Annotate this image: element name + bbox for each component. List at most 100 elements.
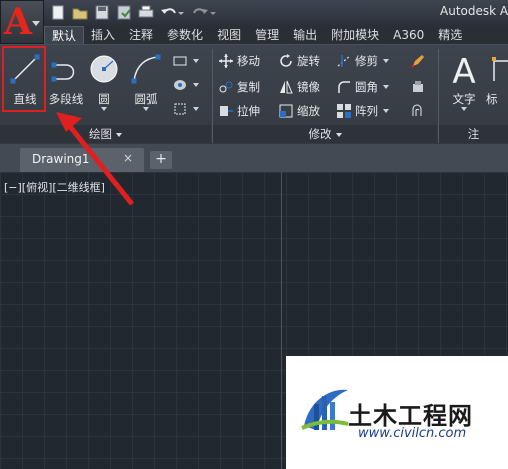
draw-panel-title[interactable]: 绘图 [0, 125, 211, 143]
tab-parametric[interactable]: 参数化 [160, 26, 210, 44]
tab-output[interactable]: 输出 [286, 26, 324, 44]
pencil-icon [411, 55, 424, 68]
chevron-down-icon [383, 85, 389, 89]
hatch-tool-button[interactable] [172, 75, 199, 95]
move-tool-button[interactable]: 移动 [218, 51, 260, 71]
tab-addins[interactable]: 附加模块 [324, 26, 386, 44]
fillet-label: 圆角 [355, 80, 378, 94]
rotate-label: 旋转 [297, 54, 320, 68]
fillet-icon [338, 81, 350, 93]
mirror-label: 镜像 [297, 80, 320, 94]
rotate-icon [280, 54, 292, 67]
watermark: 土木工程网 www.civilcn.com [286, 356, 508, 469]
trim-tool-button[interactable]: 修剪 [336, 51, 389, 71]
scale-label: 缩放 [297, 104, 320, 118]
tab-manage[interactable]: 管理 [248, 26, 286, 44]
tab-insert[interactable]: 插入 [84, 26, 122, 44]
move-icon [219, 54, 233, 68]
tab-featured[interactable]: 精选 [431, 26, 469, 44]
trim-label: 修剪 [355, 54, 378, 68]
erase-tool-button[interactable] [410, 51, 426, 71]
rotate-tool-button[interactable]: 旋转 [278, 51, 320, 71]
text-tool-button[interactable]: A 文字 [442, 49, 486, 111]
hatch-icon [174, 80, 186, 90]
text-icon: A [452, 53, 475, 85]
array-icon [337, 104, 351, 118]
annotation-panel-title-label: 注 [467, 127, 480, 141]
explode-icon [413, 81, 423, 92]
arc-icon [131, 54, 161, 84]
document-tab-label: Drawing1 [32, 152, 90, 166]
stretch-icon [220, 106, 233, 116]
trim-icon [337, 55, 351, 67]
rectangle-tool-button[interactable] [172, 51, 199, 71]
chevron-down-icon [32, 21, 40, 26]
array-label: 阵列 [355, 104, 378, 118]
new-icon[interactable] [48, 4, 68, 22]
dimension-icon [492, 57, 508, 81]
redo-icon[interactable] [188, 4, 216, 22]
save-icon[interactable] [92, 4, 112, 22]
print-icon[interactable] [136, 4, 156, 22]
mirror-tool-button[interactable]: 镜像 [278, 77, 320, 97]
dimension-tool-label: 标 [486, 92, 498, 106]
autocad-logo-icon: A [4, 1, 32, 43]
close-icon[interactable]: × [123, 151, 133, 165]
region-icon [174, 103, 186, 115]
ribbon-tab-bar: 默认 插入 注释 参数化 视图 管理 输出 附加模块 A360 精选 [44, 26, 508, 44]
scale-icon [279, 104, 293, 118]
chevron-down-icon [193, 83, 199, 87]
region-tool-button[interactable] [172, 99, 199, 119]
chevron-down-icon [116, 132, 122, 137]
circle-tool-button[interactable]: 圆 [82, 49, 126, 111]
new-tab-button[interactable]: + [150, 151, 172, 169]
tab-a360[interactable]: A360 [386, 26, 431, 44]
draw-panel-title-label: 绘图 [89, 127, 112, 141]
tab-view[interactable]: 视图 [210, 26, 248, 44]
move-label: 移动 [237, 54, 260, 68]
mirror-icon [280, 80, 293, 94]
arc-tool-label: 圆弧 [134, 92, 158, 106]
stretch-label: 拉伸 [237, 104, 260, 118]
document-tab-bar: Drawing1 × + [0, 144, 508, 172]
offset-icon [412, 104, 422, 116]
chevron-down-icon [383, 59, 389, 63]
tab-default[interactable]: 默认 [44, 26, 85, 44]
circle-tool-label: 圆 [98, 92, 110, 106]
application-menu-button[interactable]: A [0, 0, 44, 44]
tab-annotate[interactable]: 注释 [122, 26, 160, 44]
chevron-down-icon[interactable] [101, 107, 107, 111]
y-axis-line [281, 172, 282, 469]
save-as-icon[interactable] [114, 4, 134, 22]
modify-panel-title[interactable]: 修改 [213, 125, 437, 143]
dimension-tool-button[interactable]: 标 [484, 49, 508, 109]
viewport-controls-label[interactable]: [−][俯视][二维线框] [4, 179, 105, 195]
quick-access-toolbar [48, 3, 216, 23]
civilcn-logo-icon [301, 389, 349, 430]
circle-icon [90, 55, 118, 83]
offset-tool-button[interactable] [410, 101, 426, 121]
chevron-down-icon [335, 132, 342, 137]
undo-icon[interactable] [158, 4, 184, 22]
polyline-icon [51, 62, 75, 82]
chevron-down-icon[interactable] [143, 107, 149, 111]
watermark-url: www.civilcn.com [358, 426, 467, 441]
chevron-down-icon [193, 59, 199, 63]
chevron-down-icon[interactable] [461, 107, 467, 111]
scale-tool-button[interactable]: 缩放 [278, 101, 320, 121]
chevron-down-icon [193, 107, 199, 111]
explode-tool-button[interactable] [410, 77, 426, 97]
copy-tool-button[interactable]: 复制 [218, 77, 260, 97]
open-icon[interactable] [70, 4, 90, 22]
annotation-panel-title[interactable]: 注 [439, 125, 508, 143]
chevron-down-icon [383, 109, 389, 113]
fillet-tool-button[interactable]: 圆角 [336, 77, 389, 97]
rectangle-icon [173, 56, 187, 66]
modify-panel-title-label: 修改 [308, 127, 332, 141]
stretch-tool-button[interactable]: 拉伸 [218, 101, 260, 121]
arc-tool-button[interactable]: 圆弧 [124, 49, 168, 111]
array-tool-button[interactable]: 阵列 [336, 101, 389, 121]
copy-icon [219, 81, 233, 93]
ribbon-panel-area: 直线 多段线 圆 圆弧 绘图 移动 旋转 修剪 复制 镜像 圆角 拉伸 缩放 阵… [0, 44, 508, 144]
document-tab-drawing1[interactable]: Drawing1 × [20, 148, 144, 172]
